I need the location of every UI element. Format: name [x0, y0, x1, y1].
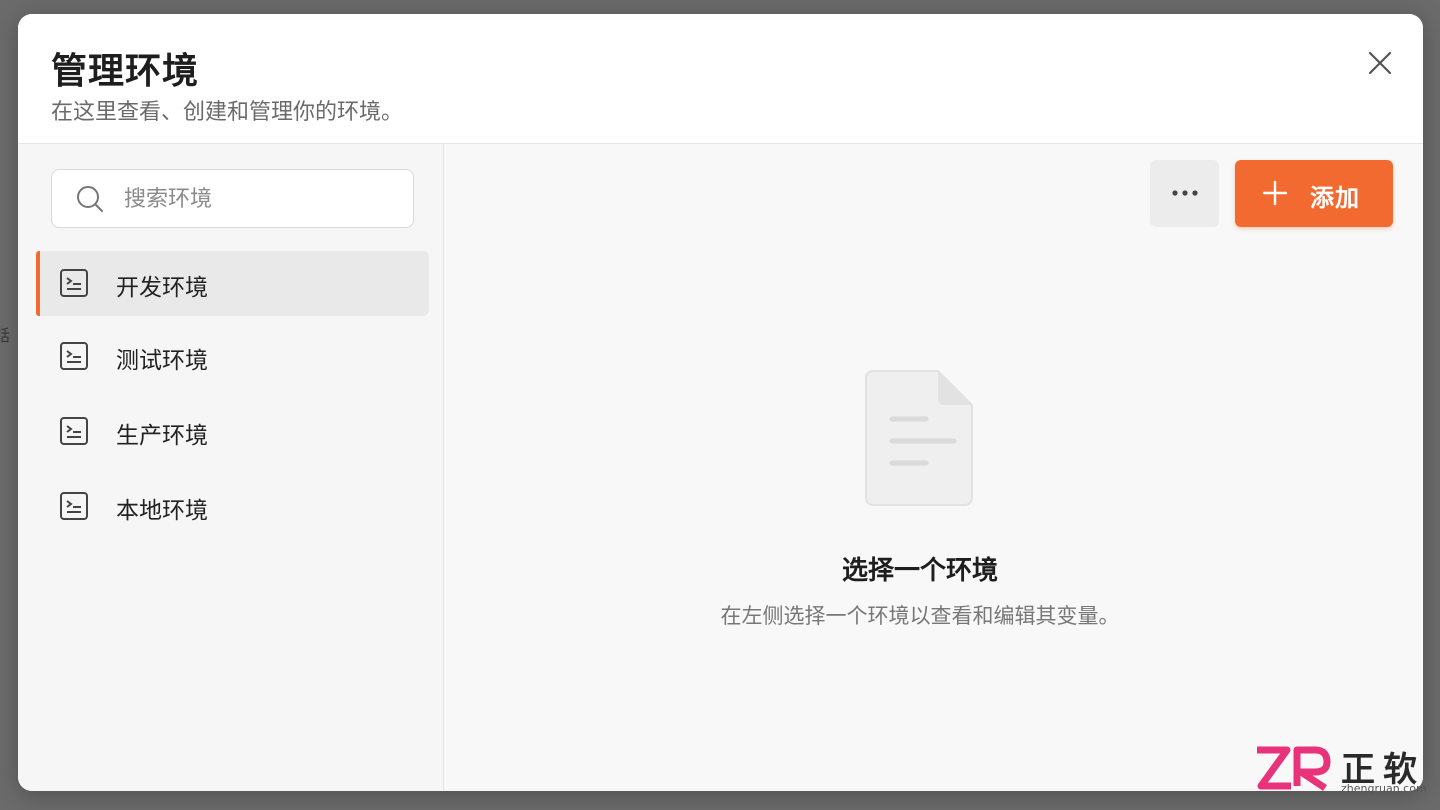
dialog-subtitle: 在这里查看、创建和管理你的环境。	[51, 100, 404, 125]
empty-state-description: 在左侧选择一个环境以查看和编辑其变量。	[720, 604, 1120, 628]
env-item-label: 开发环境	[116, 275, 208, 301]
add-environment-button[interactable]: 添加	[1235, 160, 1393, 227]
search-icon	[77, 186, 103, 212]
watermark-url: zhengruan.com	[1341, 782, 1427, 795]
plus-icon	[1262, 180, 1288, 206]
environment-icon	[60, 342, 88, 370]
add-button-label: 添加	[1310, 184, 1360, 212]
more-options-button[interactable]	[1150, 160, 1219, 227]
environment-icon	[60, 269, 88, 297]
close-icon	[1368, 51, 1392, 75]
dialog-header: 管理环境 在这里查看、创建和管理你的环境。	[18, 14, 1423, 144]
empty-state-title: 选择一个环境	[841, 556, 998, 586]
environment-detail-panel: 添加 选择一个环境 在左侧选择一个环境以查看和编辑其变量。	[444, 144, 1423, 791]
close-button[interactable]	[1365, 48, 1395, 78]
env-item-label: 本地环境	[116, 498, 208, 524]
document-icon	[865, 370, 973, 506]
env-item-test[interactable]: 测试环境	[36, 324, 429, 389]
env-item-label: 测试环境	[116, 348, 208, 374]
environment-icon	[60, 492, 88, 520]
dialog-title: 管理环境	[51, 51, 200, 92]
env-item-dev[interactable]: 开发环境	[36, 251, 429, 316]
environment-icon	[60, 417, 88, 445]
watermark: 正软 zhengruan.com	[1253, 740, 1433, 800]
backdrop-text-fragment: 話	[0, 326, 11, 345]
env-item-local[interactable]: 本地环境	[36, 474, 429, 539]
search-box[interactable]	[51, 169, 414, 229]
ellipsis-icon	[1172, 190, 1198, 196]
env-item-prod[interactable]: 生产环境	[36, 399, 429, 464]
environment-sidebar: 开发环境 测试环境 生产环境	[18, 144, 444, 791]
manage-environments-dialog: 管理环境 在这里查看、创建和管理你的环境。 开发环境	[18, 14, 1423, 791]
search-input[interactable]	[122, 170, 406, 229]
zr-logo-icon	[1257, 746, 1331, 791]
env-item-label: 生产环境	[116, 423, 208, 449]
